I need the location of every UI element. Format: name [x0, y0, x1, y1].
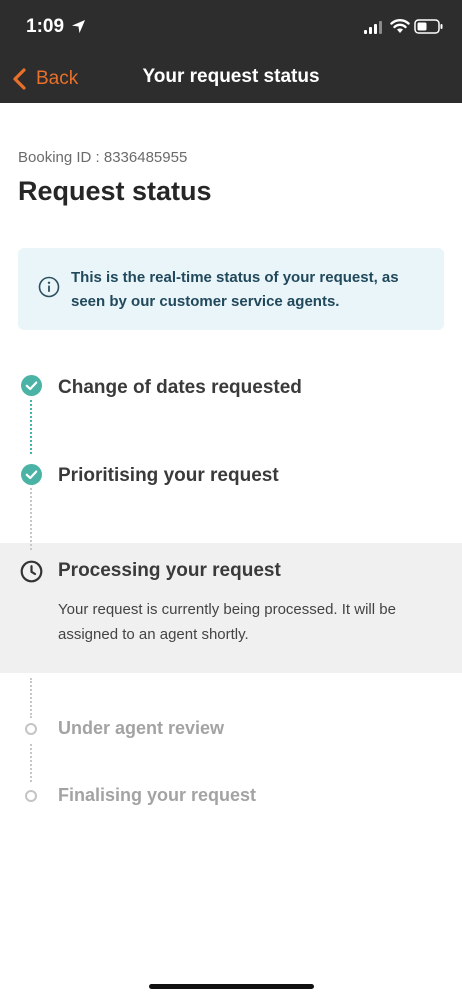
battery-icon: [414, 19, 443, 34]
back-button[interactable]: Back: [12, 64, 78, 94]
clock-icon: [20, 560, 43, 583]
pending-circle-icon: [25, 723, 37, 735]
status-timeline: Change of dates requested Prioritising y…: [0, 360, 462, 830]
check-circle-icon: [21, 375, 42, 396]
info-text: This is the real-time status of your req…: [71, 269, 399, 310]
timeline-connector: [30, 400, 32, 454]
chevron-left-icon: [13, 68, 26, 90]
nav-title-text: Your request status: [142, 66, 320, 87]
step-label: Processing your request: [58, 560, 281, 581]
check-circle-icon: [21, 464, 42, 485]
booking-id: Booking ID : 8336485955: [18, 149, 188, 166]
step-label: Change of dates requested: [58, 377, 302, 398]
timeline-connector: [30, 744, 32, 782]
wifi-icon: [390, 19, 410, 33]
status-time: 1:09: [26, 16, 65, 37]
top-bar: 1:09 Your request status Back: [0, 0, 462, 103]
page-title: Request status: [18, 176, 212, 206]
timeline-connector: [30, 488, 32, 550]
home-indicator[interactable]: [149, 984, 314, 989]
timeline-connector: [30, 678, 32, 718]
signal-icon: [364, 21, 382, 34]
step-label: Under agent review: [58, 718, 225, 738]
info-banner: This is the real-time status of your req…: [18, 248, 444, 330]
back-label: Back: [36, 68, 79, 89]
pending-circle-icon: [25, 790, 37, 802]
location-arrow-icon: [71, 19, 86, 34]
step-label: Prioritising your request: [58, 465, 279, 486]
step-label: Finalising your request: [58, 785, 257, 805]
info-icon: [38, 276, 60, 298]
step-description: Your request is currently being processe…: [58, 601, 396, 643]
